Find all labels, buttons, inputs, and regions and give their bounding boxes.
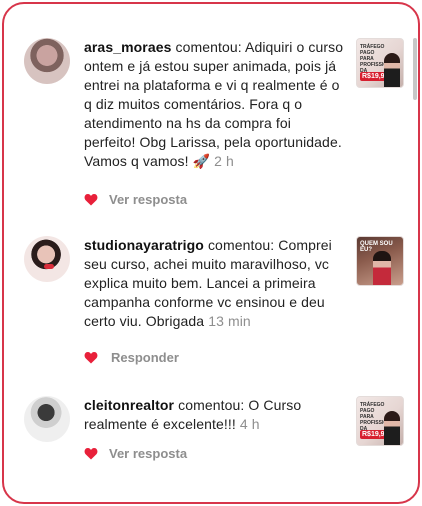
comment-text-block: aras_moraes comentou: Adiquiri o curso o…: [84, 38, 346, 171]
post-thumbnail[interactable]: QUEM SOU EU?: [356, 236, 404, 286]
reply-button[interactable]: Responder: [111, 350, 179, 365]
comment-action-word: comentou:: [178, 397, 245, 413]
comment-text-block: studionayaratrigo comentou: Comprei seu …: [84, 236, 346, 331]
heart-icon[interactable]: [84, 351, 98, 364]
post-thumbnail[interactable]: TRÁFEGO PAGO PARA PROFISSIONAIS DA SAÚDE…: [356, 396, 404, 446]
view-replies-link[interactable]: Ver resposta: [109, 446, 187, 461]
comment-username[interactable]: aras_moraes: [84, 39, 172, 55]
comment-username[interactable]: cleitonrealtor: [84, 397, 174, 413]
comment-body: Adiquiri o curso ontem e já estou super …: [84, 39, 344, 169]
thumbnail-person-image: [384, 53, 400, 87]
heart-icon[interactable]: [84, 447, 98, 460]
comment-time: 2 h: [214, 153, 234, 169]
comment-action-word: comentou:: [207, 237, 275, 253]
comment-username[interactable]: studionayaratrigo: [84, 237, 204, 253]
comment-time: 13 min: [208, 313, 251, 329]
avatar[interactable]: [24, 38, 70, 84]
comment-text-block: cleitonrealtor comentou: O Curso realmen…: [84, 396, 346, 434]
post-thumbnail[interactable]: TRÁFEGO PAGO PARA PROFISSIONAIS DA SAÚDE…: [356, 38, 404, 88]
avatar[interactable]: [24, 396, 70, 442]
comment-actions: Responder: [84, 348, 179, 366]
comment-action-word: comentou:: [175, 39, 242, 55]
thumbnail-person-image: [384, 411, 400, 445]
comments-card: aras_moraes comentou: Adiquiri o curso o…: [2, 2, 420, 504]
comment-actions: Ver resposta: [84, 190, 187, 208]
view-replies-link[interactable]: Ver resposta: [109, 192, 187, 207]
heart-icon[interactable]: [84, 193, 98, 206]
scrollbar[interactable]: [413, 38, 417, 100]
avatar[interactable]: [24, 236, 70, 282]
thumbnail-person-image: [373, 251, 391, 285]
comment-actions: Ver resposta: [84, 444, 187, 462]
comment-time: 4 h: [239, 416, 260, 432]
